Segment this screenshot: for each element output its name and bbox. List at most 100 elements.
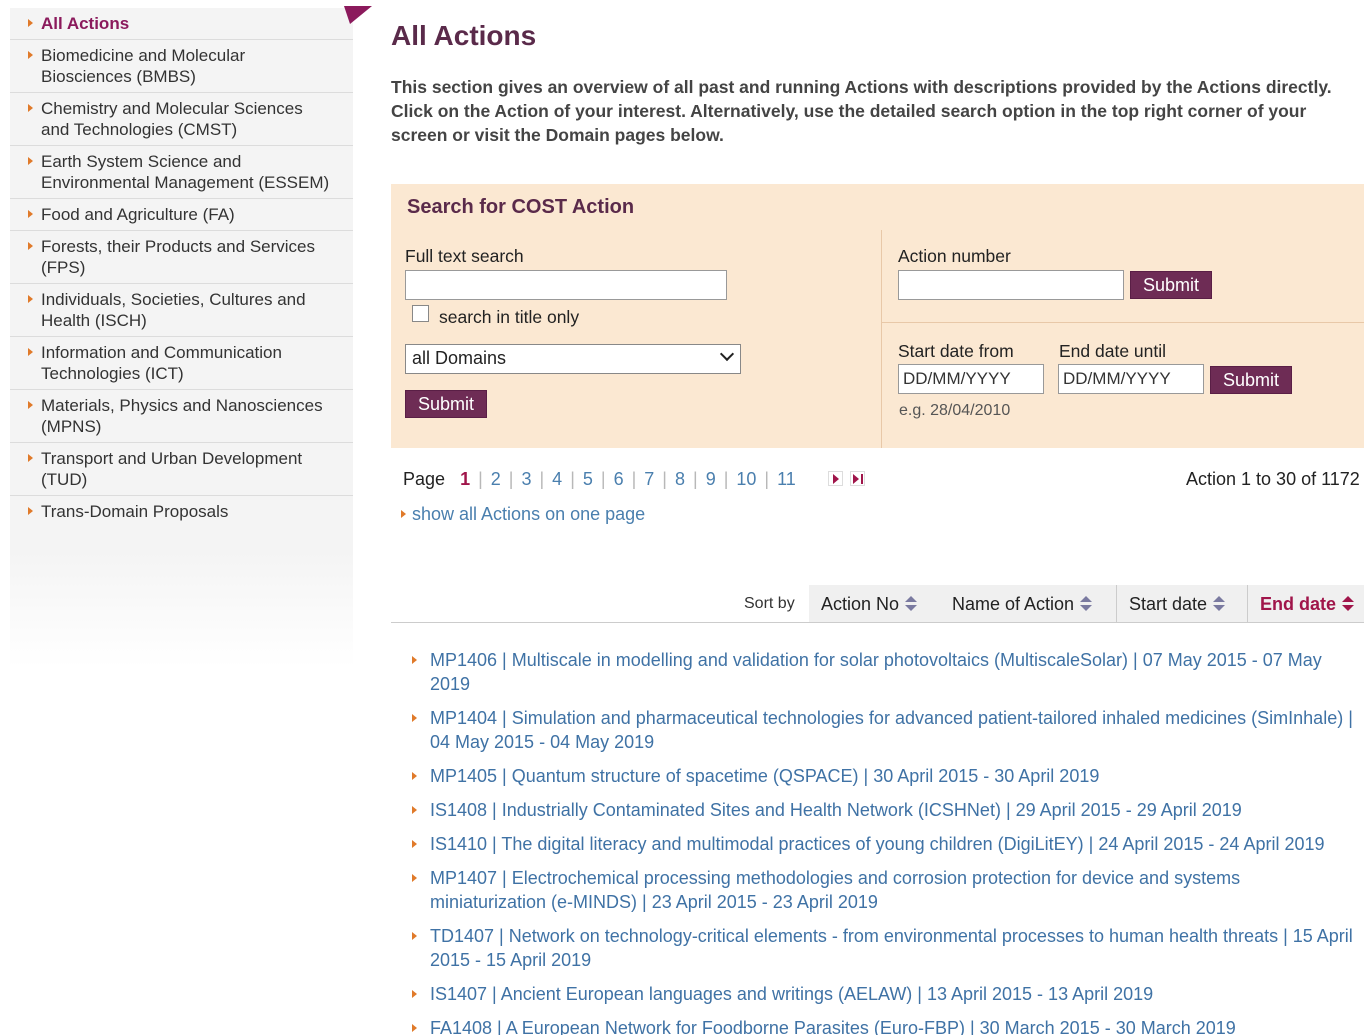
sidebar-item-fa[interactable]: Food and Agriculture (FA): [10, 199, 353, 231]
page-link[interactable]: 5: [583, 469, 593, 489]
sidebar-item-label: Transport and Urban Development (TUD): [41, 449, 303, 489]
sort-bar: Sort by Action No Name of Action Start d…: [391, 585, 1364, 623]
sort-column-label: Action No: [821, 594, 900, 614]
bullet-triangle-icon: [28, 454, 33, 462]
sort-action-no[interactable]: Action No: [809, 585, 941, 622]
sort-start-date[interactable]: Start date: [1117, 585, 1248, 622]
sidebar-nav: All Actions Biomedicine and Molecular Bi…: [10, 8, 353, 668]
action-text: MP1405 | Quantum structure of spacetime …: [430, 766, 1100, 786]
sidebar-item-fps[interactable]: Forests, their Products and Services (FP…: [10, 231, 353, 284]
action-link[interactable]: TD1407 | Network on technology-critical …: [405, 924, 1360, 972]
bullet-triangle-icon: [28, 401, 33, 409]
bullet-triangle-icon: [412, 714, 417, 722]
title-only-checkbox[interactable]: [412, 305, 429, 322]
sidebar-item-tud[interactable]: Transport and Urban Development (TUD): [10, 443, 353, 496]
page-link[interactable]: 9: [706, 469, 716, 489]
page-link[interactable]: 7: [644, 469, 654, 489]
last-page-icon[interactable]: [849, 471, 865, 486]
sidebar-item-all-actions[interactable]: All Actions: [10, 8, 353, 40]
bullet-triangle-icon: [28, 348, 33, 356]
search-heading: Search for COST Action: [407, 196, 635, 218]
sort-arrows-icon: [1080, 596, 1093, 612]
fulltext-search-input[interactable]: [405, 270, 727, 300]
page-link[interactable]: 4: [552, 469, 562, 489]
action-link[interactable]: MP1407 | Electrochemical processing meth…: [405, 866, 1360, 914]
fulltext-submit-button[interactable]: Submit: [405, 390, 488, 418]
sort-arrows-icon: [1342, 596, 1355, 612]
domain-select[interactable]: all Domains: [405, 344, 741, 374]
sidebar-item-ict[interactable]: Information and Communication Technologi…: [10, 337, 353, 390]
sort-arrows-icon: [905, 596, 918, 612]
action-number-input[interactable]: [898, 270, 1124, 300]
bullet-triangle-icon: [412, 1024, 417, 1032]
page-link[interactable]: 6: [614, 469, 624, 489]
start-date-input[interactable]: DD/MM/YYYY: [898, 364, 1044, 394]
bullet-triangle-icon: [412, 874, 417, 882]
bullet-triangle-icon: [28, 507, 33, 515]
page-link[interactable]: 10: [736, 469, 756, 489]
page-link[interactable]: 8: [675, 469, 685, 489]
sidebar-item-isch[interactable]: Individuals, Societies, Cultures and Hea…: [10, 284, 353, 337]
sidebar-item-cmst[interactable]: Chemistry and Molecular Sciences and Tec…: [10, 93, 353, 146]
page-link[interactable]: 3: [521, 469, 531, 489]
sort-column-label: Start date: [1129, 594, 1208, 614]
sort-name[interactable]: Name of Action: [940, 585, 1117, 622]
action-link[interactable]: MP1406 | Multiscale in modelling and val…: [405, 648, 1360, 696]
action-text: IS1408 | Industrially Contaminated Sites…: [430, 800, 1242, 820]
action-text: FA1408 | A European Network for Foodborn…: [430, 1018, 1236, 1035]
sidebar-item-label: Biomedicine and Molecular Biosciences (B…: [41, 46, 246, 86]
end-date-label: End date until: [1059, 341, 1167, 361]
page-link[interactable]: 11: [777, 469, 796, 489]
action-text: IS1410 | The digital literacy and multim…: [430, 834, 1325, 854]
sidebar-item-trans-domain[interactable]: Trans-Domain Proposals: [10, 496, 353, 527]
sidebar-item-label: Trans-Domain Proposals: [41, 502, 229, 521]
show-all-link[interactable]: show all Actions on one page: [401, 504, 645, 525]
sidebar-item-mpns[interactable]: Materials, Physics and Nanosciences (MPN…: [10, 390, 353, 443]
chevron-down-icon: [719, 346, 735, 362]
bullet-triangle-icon: [412, 806, 417, 814]
sidebar-item-label: Information and Communication Technologi…: [41, 343, 282, 383]
action-link[interactable]: MP1404 | Simulation and pharmaceutical t…: [405, 706, 1360, 754]
show-all-label: show all Actions on one page: [412, 504, 646, 524]
sidebar-item-essem[interactable]: Earth System Science and Environmental M…: [10, 146, 353, 199]
actions-list: MP1406 | Multiscale in modelling and val…: [405, 648, 1360, 1035]
fulltext-label: Full text search: [405, 246, 524, 266]
next-page-icon[interactable]: [827, 471, 843, 486]
divider: [881, 230, 882, 448]
action-text: MP1407 | Electrochemical processing meth…: [430, 868, 1241, 912]
bullet-triangle-icon: [412, 772, 417, 780]
corner-fold-icon: [344, 6, 372, 24]
start-date-label: Start date from: [898, 341, 1014, 361]
sort-column-label: Name of Action: [952, 594, 1075, 614]
intro-text: This section gives an overview of all pa…: [391, 77, 1332, 145]
end-date-input[interactable]: DD/MM/YYYY: [1058, 364, 1204, 394]
action-link[interactable]: MP1405 | Quantum structure of spacetime …: [405, 764, 1360, 788]
results-count: Action 1 to 30 of 1172: [1186, 469, 1360, 489]
page-label: Page: [403, 469, 446, 489]
domain-select-value: all Domains: [412, 348, 507, 368]
action-link[interactable]: IS1408 | Industrially Contaminated Sites…: [405, 798, 1360, 822]
action-link[interactable]: IS1407 | Ancient European languages and …: [405, 982, 1360, 1006]
date-submit-button[interactable]: Submit: [1210, 366, 1293, 394]
page-link[interactable]: 2: [491, 469, 501, 489]
sidebar-item-label: Forests, their Products and Services (FP…: [41, 237, 316, 277]
action-text: MP1404 | Simulation and pharmaceutical t…: [430, 708, 1353, 752]
action-text: MP1406 | Multiscale in modelling and val…: [430, 650, 1322, 694]
action-number-label: Action number: [898, 246, 1011, 266]
bullet-triangle-icon: [412, 840, 417, 848]
sort-end-date[interactable]: End date: [1248, 585, 1364, 622]
action-text: IS1407 | Ancient European languages and …: [430, 984, 1154, 1004]
bullet-triangle-icon: [28, 104, 33, 112]
bullet-triangle-icon: [28, 51, 33, 59]
bullet-triangle-icon: [28, 295, 33, 303]
action-number-submit-button[interactable]: Submit: [1130, 271, 1213, 299]
search-panel: Search for COST Action Full text search …: [391, 184, 1364, 524]
bullet-triangle-icon: [28, 19, 33, 27]
bullet-triangle-icon: [28, 210, 33, 218]
sidebar-item-bmbs[interactable]: Biomedicine and Molecular Biosciences (B…: [10, 40, 353, 93]
sidebar-item-label: Food and Agriculture (FA): [41, 205, 235, 224]
action-link[interactable]: IS1410 | The digital literacy and multim…: [405, 832, 1360, 856]
bullet-triangle-icon: [401, 510, 406, 518]
action-link[interactable]: FA1408 | A European Network for Foodborn…: [405, 1016, 1360, 1035]
page-link[interactable]: 1: [460, 469, 470, 489]
